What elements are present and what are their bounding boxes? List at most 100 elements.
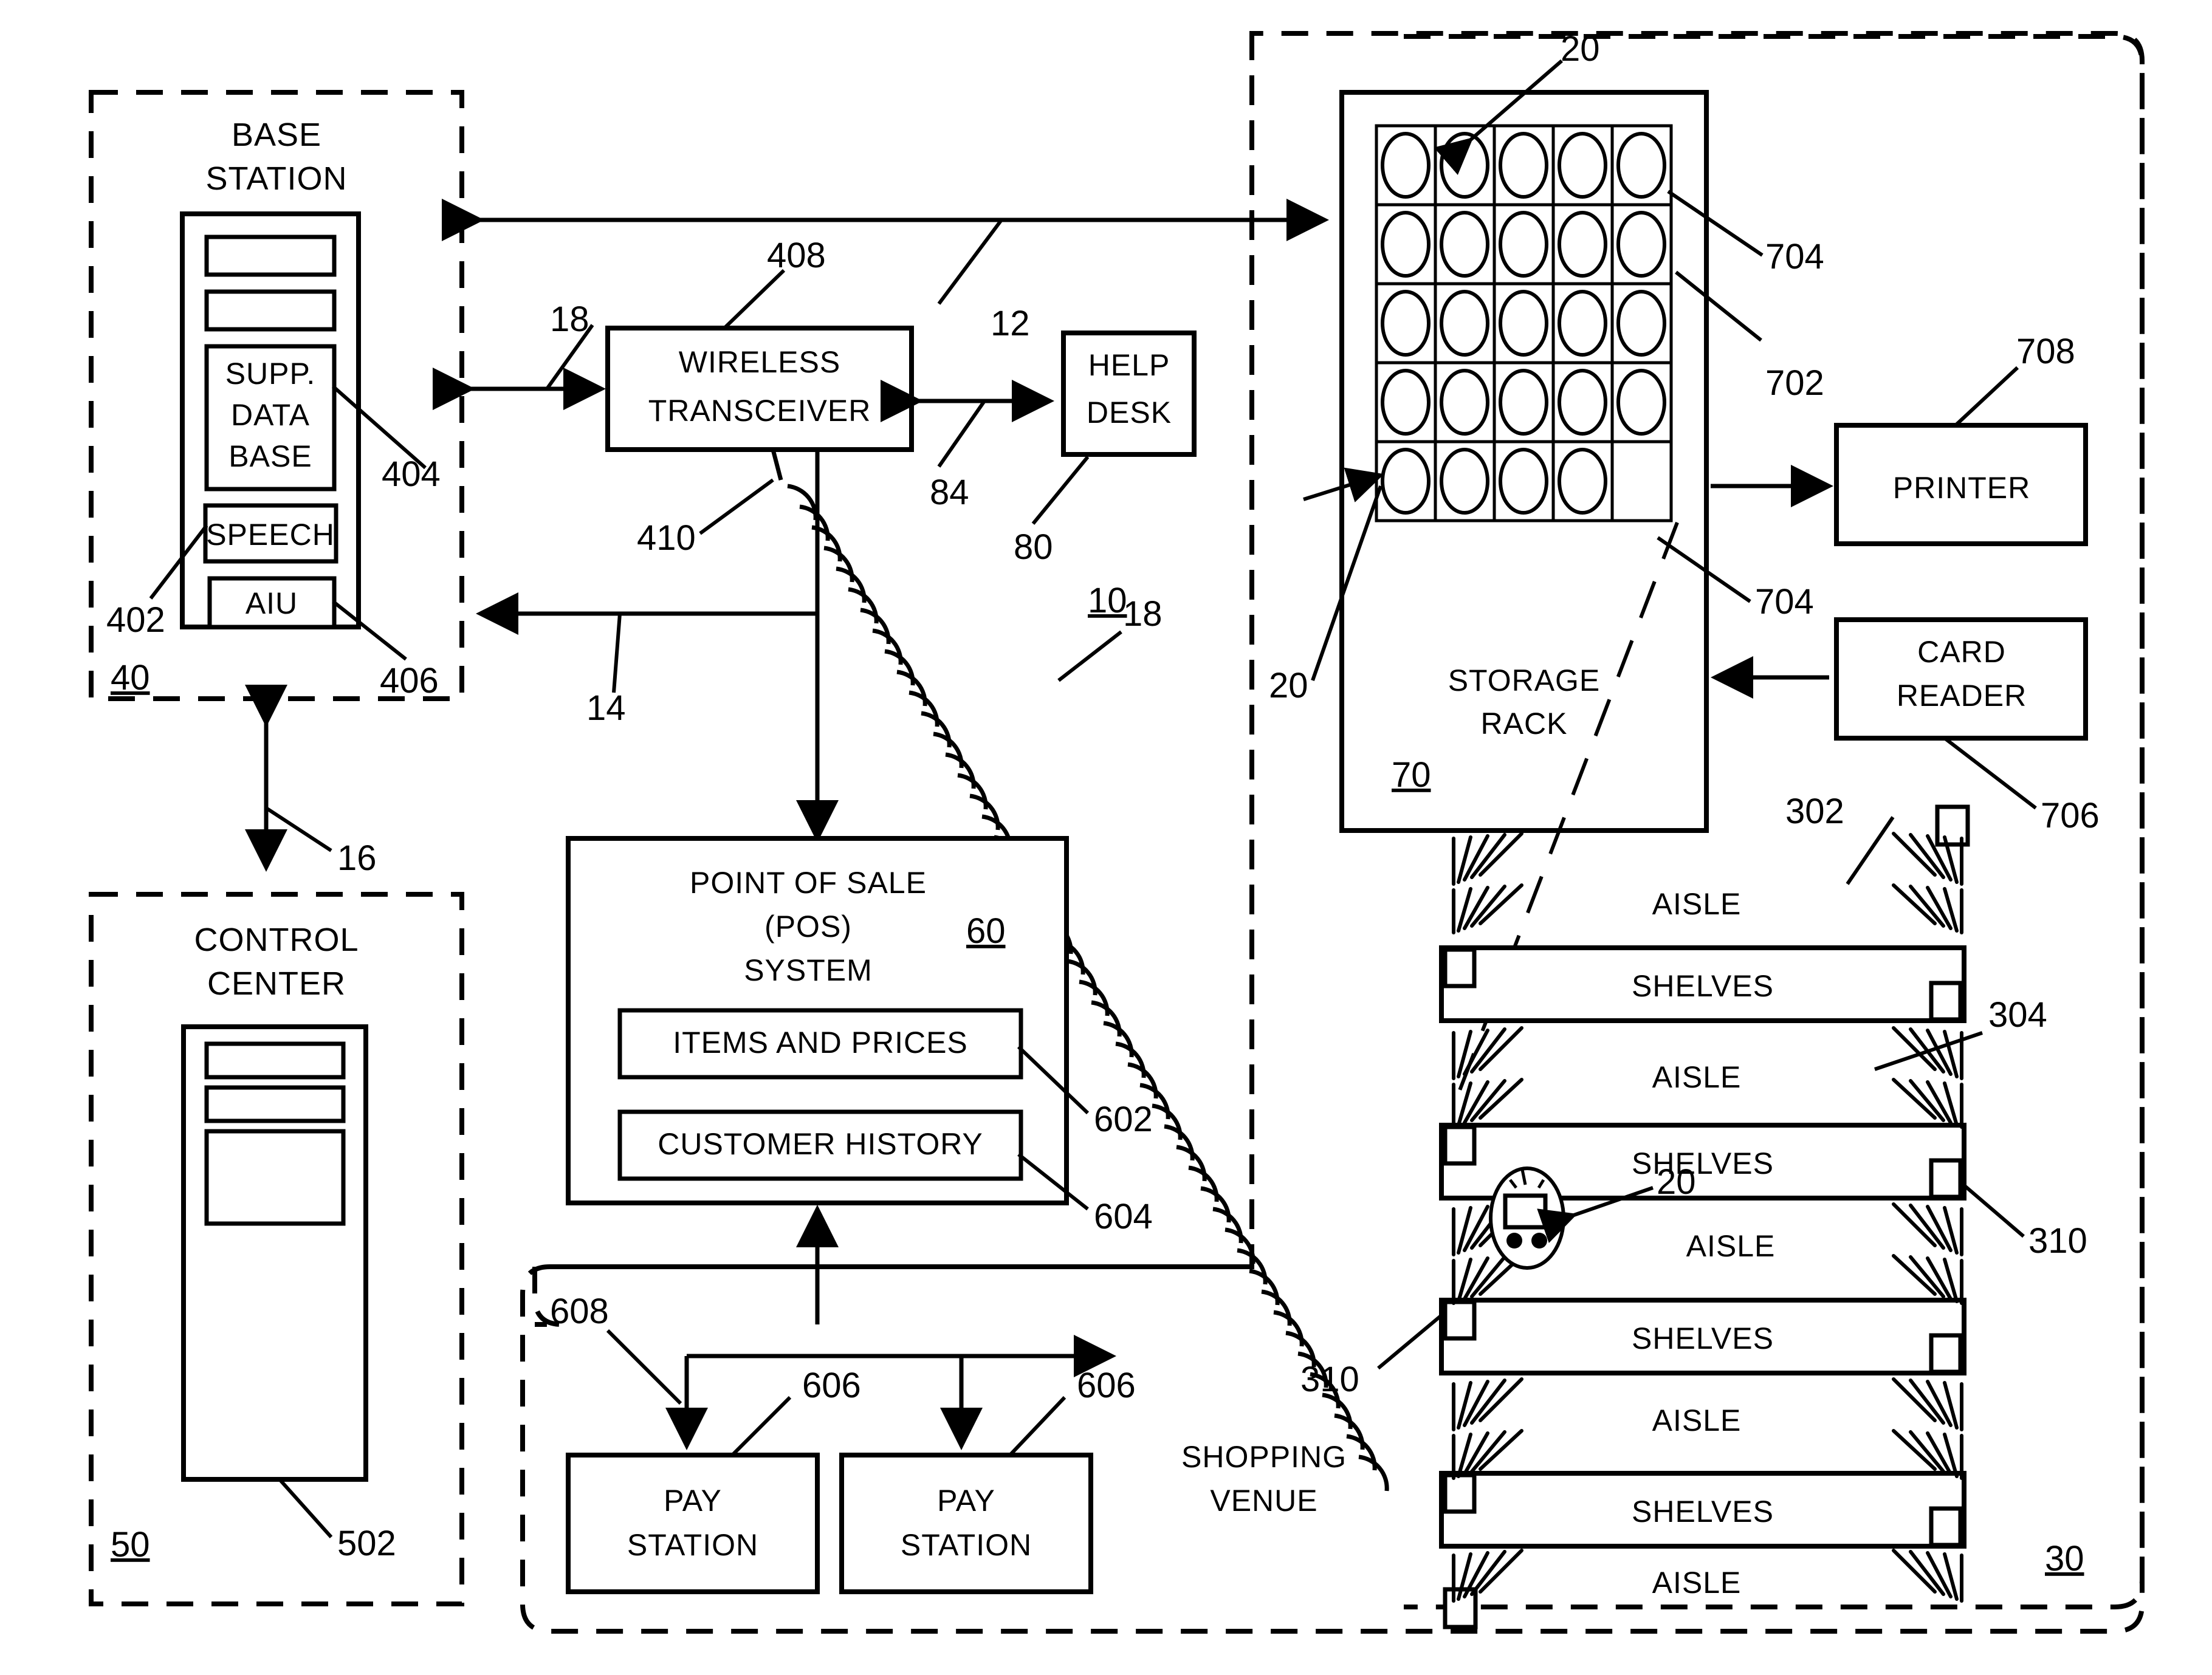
ref-310-left: 310 [1300,1360,1359,1399]
ref-502: 502 [337,1524,396,1563]
supp-db-line3: BASE [228,439,312,473]
corner-marker-1-left [1443,947,1477,988]
ref-304: 304 [1988,995,2047,1035]
pay-station-2-line1: PAY [937,1484,995,1518]
ref-606-a: 606 [802,1366,861,1405]
patent-figure: BASE STATION SUPP. DATA BASE SPEECH AIU … [0,0,2212,1675]
ref-20-rack-left: 20 [1269,666,1308,705]
customer-history-label: CUSTOMER HISTORY [658,1127,983,1161]
leader-410 [699,478,774,535]
card-reader-line1: CARD [1917,635,2006,669]
ref-704-top: 704 [1765,237,1824,276]
ref-604: 604 [1094,1197,1153,1236]
storage-rack-grid [1375,124,1673,522]
ref-12: 12 [991,304,1030,343]
help-desk-line1: HELP [1088,348,1170,382]
shelves-label-1: SHELVES [1632,969,1774,1003]
supp-db-line2: DATA [231,398,310,432]
shopping-venue-line2: VENUE [1210,1484,1317,1518]
ref-60: 60 [966,911,1006,951]
aisle-label-2: AISLE [1652,1060,1742,1094]
shelves-label-4: SHELVES [1632,1495,1774,1529]
aisle-label-3: AISLE [1686,1229,1776,1263]
leader-406 [332,600,407,661]
ref-10: 10 [1088,581,1127,620]
ref-310-right: 310 [2028,1221,2087,1261]
leader-606-b [1008,1396,1066,1457]
corner-marker-3-right [1929,1333,1963,1374]
ref-84-label: 84 [930,473,969,512]
leader-408 [723,269,786,330]
ref-40: 40 [111,658,150,697]
shelves-label-3: SHELVES [1632,1321,1774,1355]
ref-18-wave: 18 [1123,594,1163,634]
leader-310-right [1959,1180,2025,1238]
ref-708: 708 [2016,332,2075,371]
ref-408: 408 [767,236,826,275]
wireless-transceiver-line1: WIRELESS [679,345,840,379]
ref-20-rack-top: 20 [1561,29,1600,69]
corner-marker-1-right [1929,981,1963,1022]
ref-602: 602 [1094,1100,1153,1139]
leader-310-left [1377,1310,1446,1370]
leader-708 [1954,366,2019,427]
ref-302: 302 [1785,792,1844,831]
leader-12 [937,219,1003,305]
pay-station-2-line2: STATION [901,1528,1032,1562]
leader-16 [265,806,332,852]
leader-502 [278,1478,333,1539]
corner-marker-4-left [1443,1473,1477,1514]
pos-line2: (POS) [764,909,852,944]
pay-station-1-line2: STATION [627,1528,758,1562]
corner-marker-4-right [1929,1506,1963,1547]
ref-50: 50 [111,1525,150,1564]
ref-404: 404 [382,454,441,494]
storage-rack-line2: RACK [1481,707,1568,741]
ref-706: 706 [2041,796,2100,835]
supp-db-line1: SUPP. [225,357,316,391]
items-and-prices-label: ITEMS AND PRICES [673,1026,968,1060]
ref-704-bottom: 704 [1755,582,1814,622]
pos-line3: SYSTEM [744,953,873,987]
aisle-label-4: AISLE [1652,1403,1742,1437]
ref-70: 70 [1392,755,1431,795]
ref-20-device: 20 [1657,1162,1696,1202]
control-cabinet-slot-1 [204,1041,346,1080]
base-cabinet-slot-2 [204,289,337,332]
pay-station-2-box [839,1453,1093,1594]
leader-84 [937,400,986,468]
control-cabinet-slot-2 [204,1085,346,1123]
ref-30: 30 [2045,1539,2084,1578]
pay-station-1-box [566,1453,820,1594]
leader-18-wave [1057,630,1122,682]
pay-station-1-line1: PAY [664,1484,722,1518]
storage-rack-line1: STORAGE [1448,663,1601,697]
wireless-transceiver-line2: TRANSCEIVER [648,394,871,428]
pos-line1: POINT OF SALE [690,866,927,900]
mobile-device-20 [1489,1166,1565,1270]
shopping-venue-region-outline [532,1264,1252,1327]
aisle-label-5: AISLE [1652,1566,1742,1600]
ref-80: 80 [1014,527,1053,567]
corner-marker-3-left [1443,1300,1477,1341]
control-center-title-line2: CENTER [207,965,346,1002]
speech-label: SPEECH [206,518,335,552]
ref-608: 608 [550,1292,609,1331]
aiu-label: AIU [246,586,298,620]
card-reader-line2: READER [1897,679,2027,713]
base-cabinet-slot-1 [204,235,337,277]
leader-608 [606,1329,682,1405]
ref-410: 410 [637,518,696,558]
leader-14 [612,613,622,693]
help-desk-line2: DESK [1087,396,1172,430]
ref-406: 406 [380,661,439,700]
ref-14: 14 [586,688,626,728]
control-cabinet-screen [204,1129,346,1226]
ref-18-left: 18 [550,300,589,339]
base-station-title-line1: BASE [232,117,321,153]
leader-80 [1031,456,1090,525]
shopping-venue-line1: SHOPPING [1181,1440,1347,1474]
shelves-label-2: SHELVES [1632,1146,1774,1180]
control-center-title-line1: CONTROL [194,922,359,958]
corner-marker-2-left [1443,1125,1477,1166]
